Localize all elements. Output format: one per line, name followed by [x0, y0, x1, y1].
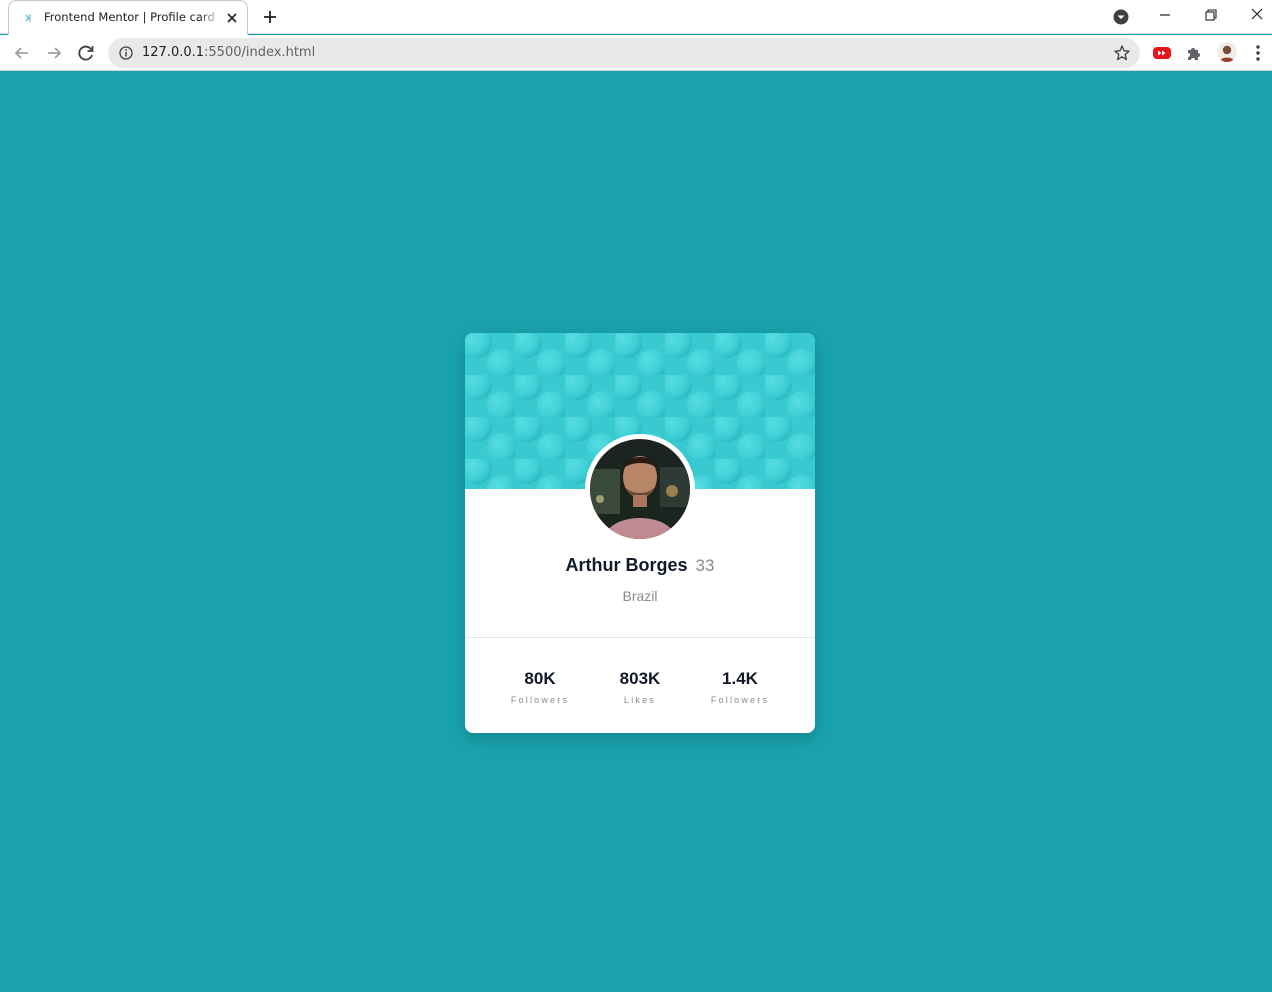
puzzle-icon[interactable]	[1184, 43, 1204, 63]
stat-label: Followers	[710, 695, 770, 705]
tab-close-icon[interactable]	[225, 11, 239, 25]
url-text: 127.0.0.1:5500/index.html	[142, 45, 315, 60]
profile-card: Arthur Borges 33 Brazil 80K Followers 803…	[465, 333, 815, 733]
browser-title-bar: Frontend Mentor | Profile card component	[0, 0, 1272, 35]
address-bar[interactable]: 127.0.0.1:5500/index.html	[108, 38, 1140, 68]
youtube-extension-icon[interactable]	[1152, 43, 1172, 63]
profile-age: 33	[695, 556, 715, 575]
forward-arrow-icon[interactable]	[43, 42, 65, 64]
stat-followers: 80K Followers	[485, 669, 595, 705]
more-menu-icon[interactable]	[1250, 43, 1266, 63]
stat-value: 1.4K	[722, 669, 758, 688]
tab-title-fade	[199, 7, 221, 29]
reload-icon[interactable]	[75, 42, 97, 64]
info-icon[interactable]	[119, 46, 133, 60]
stat-label: Likes	[623, 695, 656, 705]
tab-title: Frontend Mentor | Profile card component	[44, 10, 220, 24]
url-path: :5500/index.html	[204, 45, 316, 60]
profile-name-row: Arthur Borges 33	[465, 555, 815, 576]
minimize-icon[interactable]	[1152, 4, 1178, 26]
stat-likes: 803K Likes	[585, 669, 695, 705]
browser-tab[interactable]: Frontend Mentor | Profile card component	[8, 0, 248, 35]
browser-toolbar: 127.0.0.1:5500/index.html	[0, 35, 1272, 71]
profile-avatar-icon[interactable]	[1217, 42, 1237, 62]
stat-label: Followers	[510, 695, 570, 705]
stat-photos: 1.4K Followers	[685, 669, 795, 705]
star-icon[interactable]	[1113, 44, 1131, 62]
profile-location: Brazil	[622, 588, 658, 604]
new-tab-icon[interactable]	[260, 7, 280, 27]
frontend-mentor-favicon	[25, 14, 31, 22]
tab-search-icon[interactable]	[1112, 8, 1130, 26]
card-divider	[465, 637, 815, 638]
close-icon[interactable]	[1244, 4, 1270, 26]
restore-icon[interactable]	[1198, 4, 1224, 26]
url-host: 127.0.0.1	[142, 45, 205, 60]
stat-value: 80K	[524, 669, 556, 688]
profile-name: Arthur Borges	[565, 555, 688, 575]
profile-photo	[585, 434, 695, 544]
stat-value: 803K	[619, 669, 661, 688]
back-arrow-icon[interactable]	[11, 42, 33, 64]
